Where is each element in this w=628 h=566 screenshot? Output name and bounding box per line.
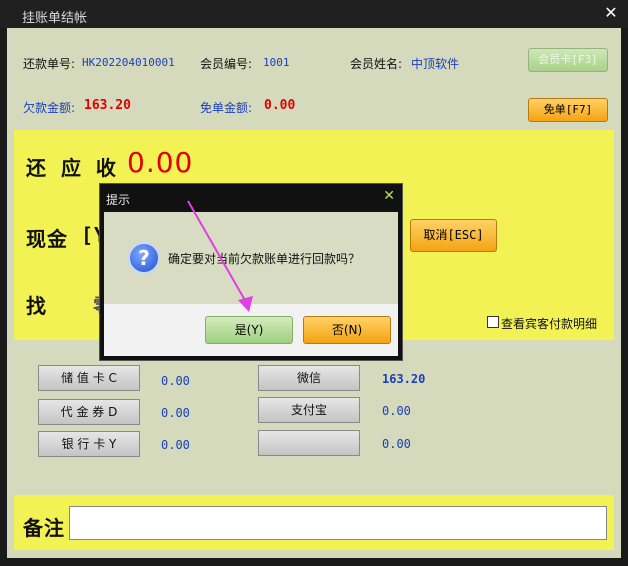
bank-card-button[interactable]: 银 行 卡 Y [38, 431, 140, 457]
remark-label: 备注 [23, 516, 65, 540]
window-title: 挂账单结帐 [22, 11, 88, 26]
wechat-button[interactable]: 微信 [258, 365, 360, 391]
voucher-button[interactable]: 代 金 券 D [38, 399, 140, 425]
stored-value-card-amount: 0.00 [161, 374, 190, 388]
receivable-label: 还 应 收 [26, 156, 120, 180]
member-no-label: 会员编号: [200, 57, 253, 71]
owed-label: 欠款金额: [23, 101, 76, 115]
remark-input[interactable] [69, 506, 607, 540]
alipay-button[interactable]: 支付宝 [258, 397, 360, 423]
checkout-window: 挂账单结帐 ✕ 还款单号: HK202204010001 会员编号: 1001 … [0, 0, 628, 566]
close-icon[interactable]: ✕ [602, 3, 620, 23]
cancel-button[interactable]: 取消[ESC] [410, 219, 497, 252]
member-no-value: 1001 [263, 56, 290, 69]
dialog-close-icon[interactable]: ✕ [383, 188, 395, 204]
bank-card-amount: 0.00 [161, 438, 190, 452]
title-bar: 挂账单结帐 ✕ [0, 0, 628, 28]
stored-value-card-button[interactable]: 储 值 卡 C [38, 365, 140, 391]
voucher-amount: 0.00 [161, 406, 190, 420]
member-name-value: 中顶软件 [411, 57, 460, 71]
alipay-amount: 0.00 [382, 404, 411, 418]
cash-label: 现金 [26, 227, 68, 251]
dialog-title: 提示 [106, 193, 131, 207]
blank-payment-button[interactable] [258, 430, 360, 456]
receivable-value: 0.00 [127, 146, 194, 179]
dialog-yes-button[interactable]: 是(Y) [205, 316, 293, 344]
member-card-button[interactable]: 会员卡[F3] [528, 48, 608, 72]
owed-value: 163.20 [84, 98, 131, 113]
question-icon: ? [128, 242, 160, 274]
guest-detail-label: 查看宾客付款明细 [501, 317, 598, 331]
repay-no-value: HK202204010001 [82, 56, 175, 69]
blank-payment-amount: 0.00 [382, 437, 411, 451]
dialog-no-button[interactable]: 否(N) [303, 316, 391, 344]
guest-detail-checkbox[interactable] [487, 316, 499, 328]
member-name-label: 会员姓名: [350, 57, 403, 71]
waived-label: 免单金额: [200, 101, 253, 115]
waived-value: 0.00 [264, 98, 296, 113]
wechat-amount: 163.20 [382, 372, 426, 386]
change-label: 找 [26, 294, 50, 318]
waive-button[interactable]: 免单[F7] [528, 98, 608, 122]
repay-no-label: 还款单号: [23, 57, 76, 71]
dialog-message: 确定要对当前欠款账单进行回款吗？ [168, 252, 361, 266]
